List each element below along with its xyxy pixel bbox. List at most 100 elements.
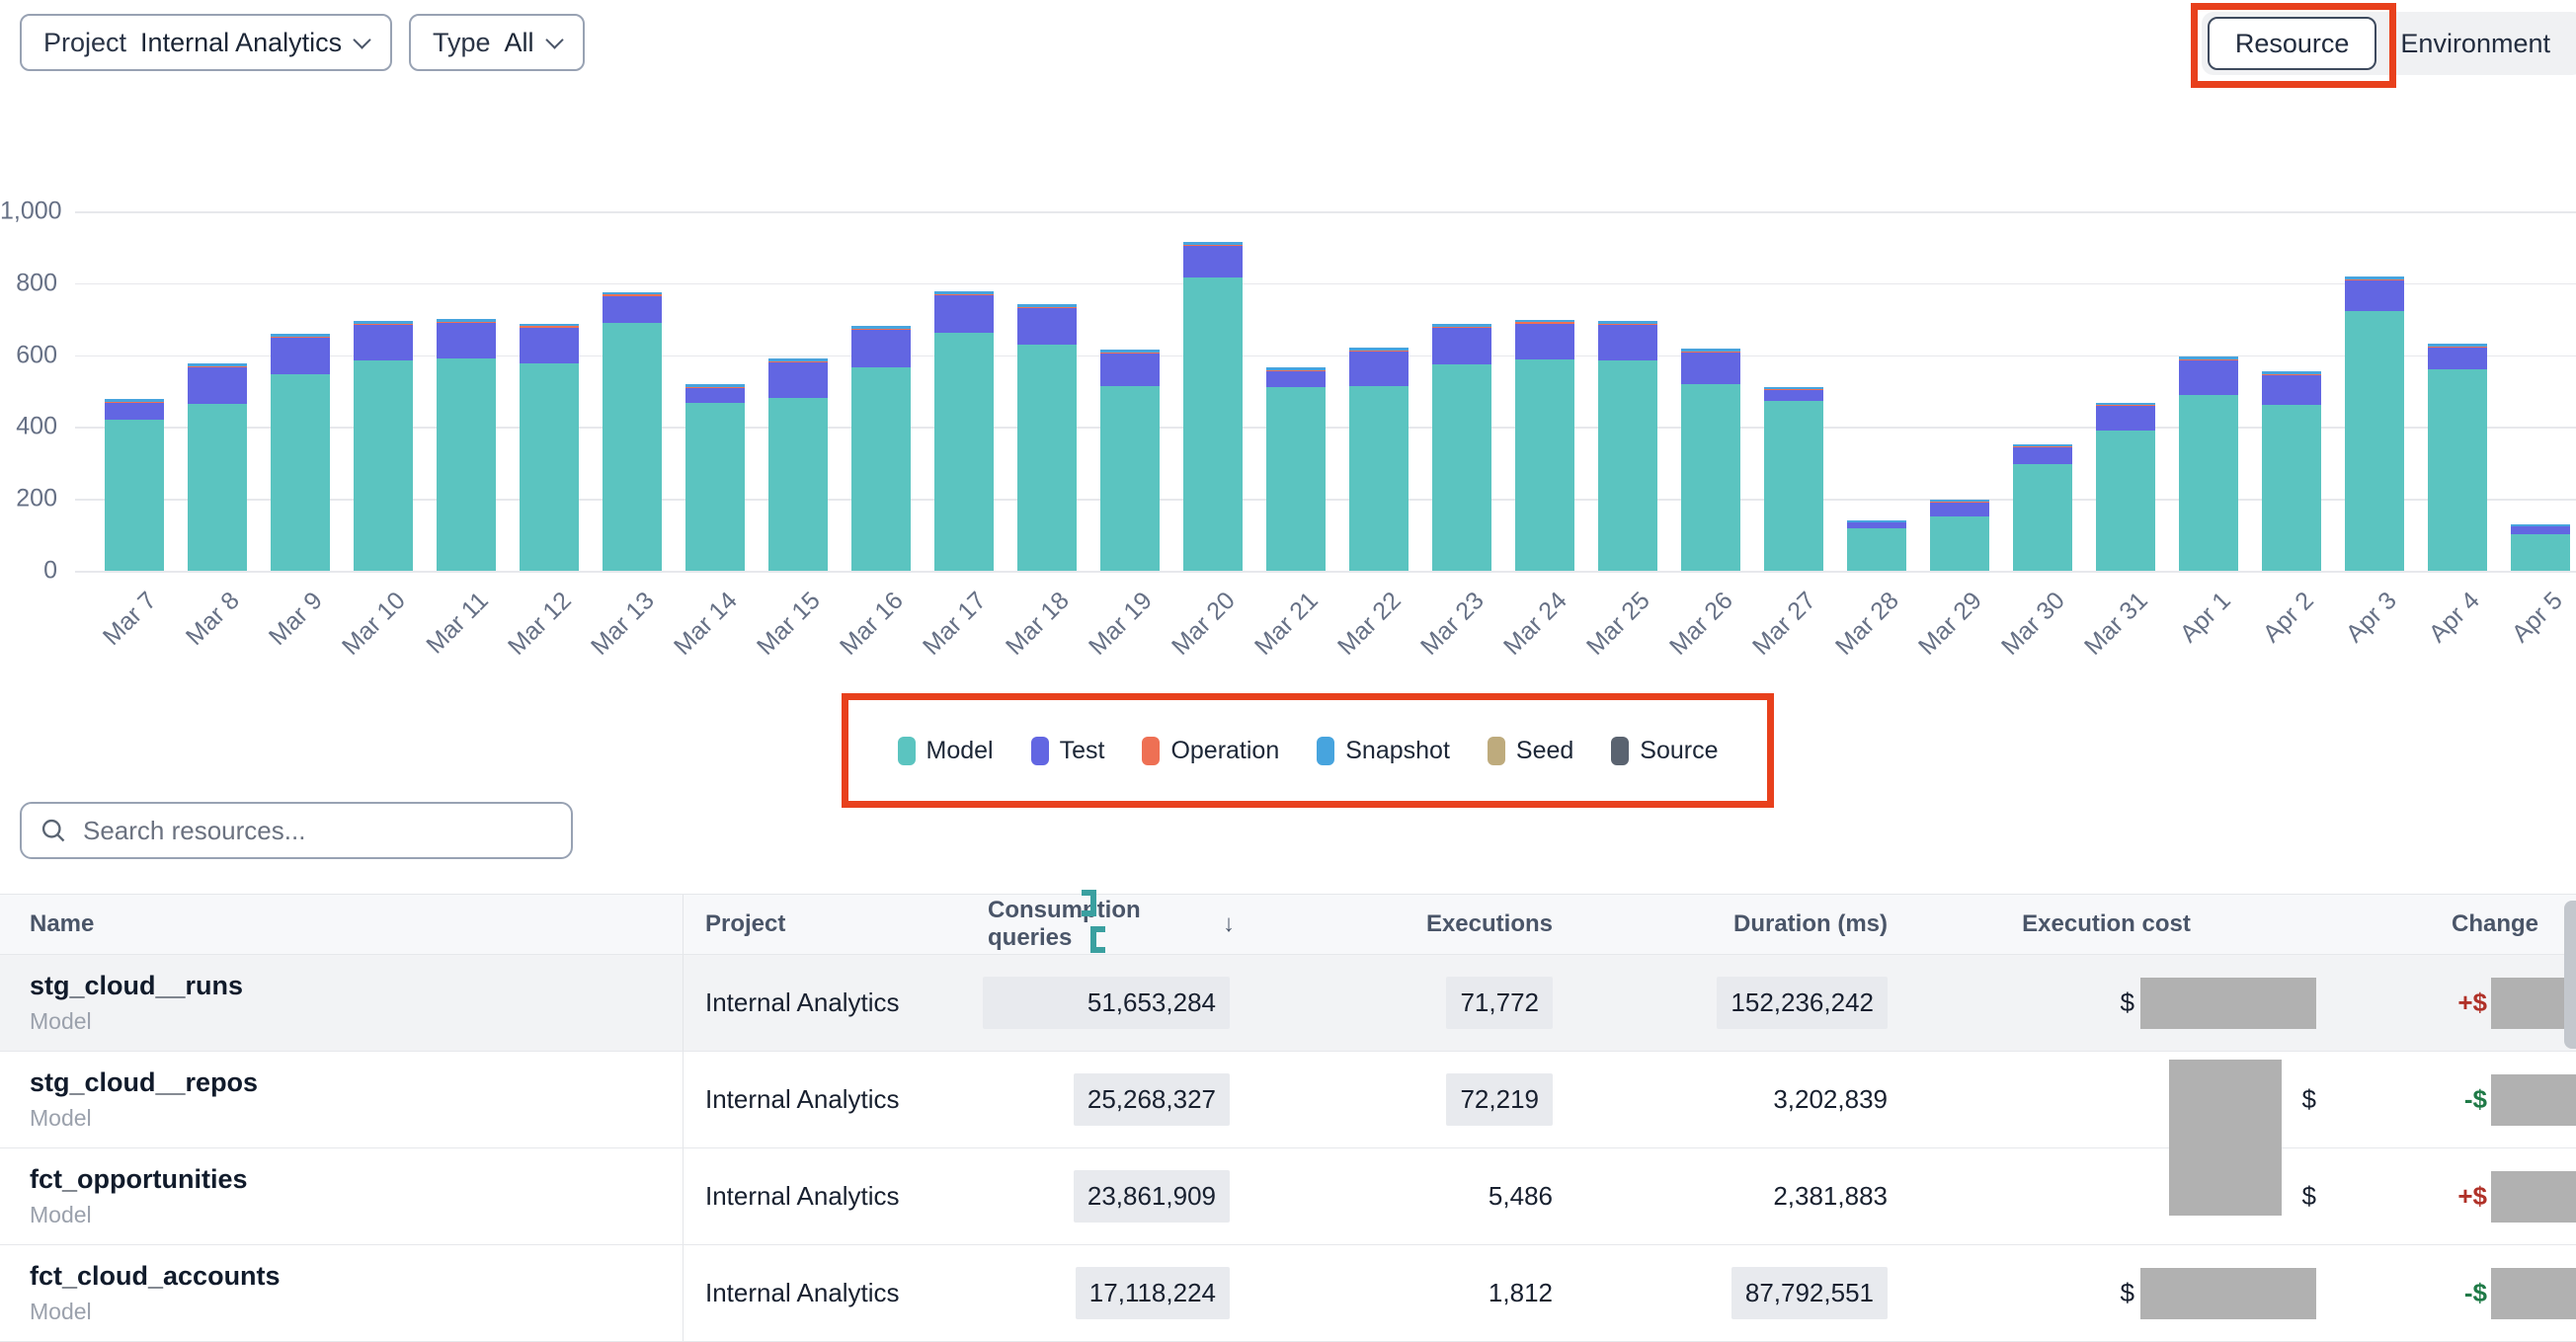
model-segment [2179,395,2238,571]
test-segment [1266,371,1326,387]
bar-mar-28[interactable] [1847,520,1906,571]
resource-type-label: Model [30,1008,92,1035]
bar-mar-13[interactable] [603,292,662,571]
bar-mar-21[interactable] [1266,367,1326,571]
cell-consumption-queries: 17,118,224 [988,1245,1235,1341]
col-header-change[interactable]: Change [2321,895,2576,954]
snapshot-segment [520,324,579,327]
col-header-duration[interactable]: Duration (ms) [1561,895,1892,954]
change-value: +$ [2457,987,2487,1018]
bar-mar-15[interactable] [768,358,828,571]
legend-item-source[interactable]: Source [1611,737,1718,765]
bar-apr-1[interactable] [2179,356,2238,571]
bar-apr-2[interactable] [2262,371,2321,571]
model-segment [2345,311,2404,571]
cost-currency-symbol: $ [2302,1084,2316,1115]
snapshot-segment [437,319,496,322]
text-cursor-artifact [1082,890,1096,916]
col-header-name[interactable]: Name [0,895,684,954]
bar-apr-5[interactable] [2511,524,2570,571]
test-segment [2511,526,2570,533]
bar-mar-31[interactable] [2096,403,2155,571]
bar-mar-7[interactable] [105,399,164,571]
col-header-consumption-queries[interactable]: Consumption queries ↓ [988,895,1235,954]
cell-executions: 5,486 [1235,1148,1561,1244]
bar-mar-26[interactable] [1681,349,1740,571]
redaction-box-change [2491,1268,2576,1319]
legend-label: Model [926,737,994,765]
y-axis-tick-label: 600 [0,341,57,369]
gridline [75,211,2576,213]
legend-item-test[interactable]: Test [1031,737,1105,765]
col-header-project[interactable]: Project [684,895,988,954]
legend-label: Seed [1516,737,1573,765]
bar-mar-20[interactable] [1183,242,1243,571]
resource-name-link[interactable]: stg_cloud__repos [30,1067,258,1098]
consumption-stacked-bar-chart: 02004006008001,000Mar 7Mar 8Mar 9Mar 10M… [0,211,2576,571]
toggle-environment-button[interactable]: Environment [2376,29,2574,59]
cell-consumption-queries: 25,268,327 [988,1052,1235,1147]
resource-name-link[interactable]: stg_cloud__runs [30,971,243,1001]
col-header-execution-cost[interactable]: Execution cost [1892,895,2321,954]
bar-mar-22[interactable] [1349,348,1409,571]
bar-mar-27[interactable] [1764,387,1823,571]
test-segment [1100,354,1160,386]
resource-name-link[interactable]: fct_cloud_accounts [30,1261,281,1292]
bar-mar-29[interactable] [1930,500,1989,571]
snapshot-segment [2345,276,2404,279]
redaction-box-cost [2169,1060,2282,1216]
bar-mar-8[interactable] [188,363,247,571]
bar-mar-25[interactable] [1598,321,1657,571]
gridline [75,571,2576,573]
test-segment [271,338,330,373]
bar-apr-4[interactable] [2428,344,2487,571]
col-header-executions[interactable]: Executions [1235,895,1561,954]
snapshot-segment [2096,403,2155,405]
search-icon [40,817,67,844]
search-resources-box[interactable] [20,802,573,859]
test-segment [354,325,413,360]
bar-mar-9[interactable] [271,334,330,571]
legend-item-model[interactable]: Model [898,737,994,765]
scrollbar-thumb[interactable] [2564,901,2576,1049]
chart-legend: Model Test Operation Snapshot Seed Source [842,693,1774,808]
test-segment [1432,328,1491,363]
bar-mar-24[interactable] [1515,320,1574,571]
bar-mar-14[interactable] [685,384,745,571]
cell-executions: 72,219 [1235,1052,1561,1147]
bar-mar-16[interactable] [851,326,911,571]
test-segment [1764,390,1823,401]
legend-item-operation[interactable]: Operation [1142,737,1279,765]
resource-name-link[interactable]: fct_opportunities [30,1164,248,1195]
table-row-stg_cloud__runs[interactable]: stg_cloud__runsModelInternal Analytics51… [0,955,2576,1052]
operation-swatch-icon [1142,737,1160,765]
snapshot-segment [1681,349,1740,352]
bar-mar-10[interactable] [354,321,413,571]
project-filter-value: Internal Analytics [140,28,342,58]
cell-name: stg_cloud__runs Model [0,955,684,1051]
toggle-resource-button[interactable]: Resource [2208,17,2377,70]
bar-mar-12[interactable] [520,324,579,571]
legend-item-seed[interactable]: Seed [1488,737,1573,765]
bar-mar-19[interactable] [1100,350,1160,571]
search-input[interactable] [83,816,553,846]
cell-change: -$ [2321,1052,2576,1147]
project-filter-dropdown[interactable]: Project Internal Analytics [20,14,392,71]
legend-label: Source [1640,737,1718,765]
table-row-fct_cloud_accounts[interactable]: fct_cloud_accountsModelInternal Analytic… [0,1245,2576,1342]
bar-apr-3[interactable] [2345,276,2404,571]
model-segment [603,323,662,571]
bar-mar-23[interactable] [1432,324,1491,571]
model-segment [437,358,496,571]
type-filter-dropdown[interactable]: Type All [409,14,585,71]
bar-mar-17[interactable] [934,291,994,571]
bar-mar-30[interactable] [2013,444,2072,571]
change-value: +$ [2457,1181,2487,1212]
model-segment [2013,464,2072,571]
test-segment [1017,308,1077,344]
test-segment [603,296,662,323]
bar-mar-11[interactable] [437,319,496,571]
snapshot-segment [768,358,828,361]
legend-item-snapshot[interactable]: Snapshot [1317,737,1450,765]
bar-mar-18[interactable] [1017,304,1077,571]
